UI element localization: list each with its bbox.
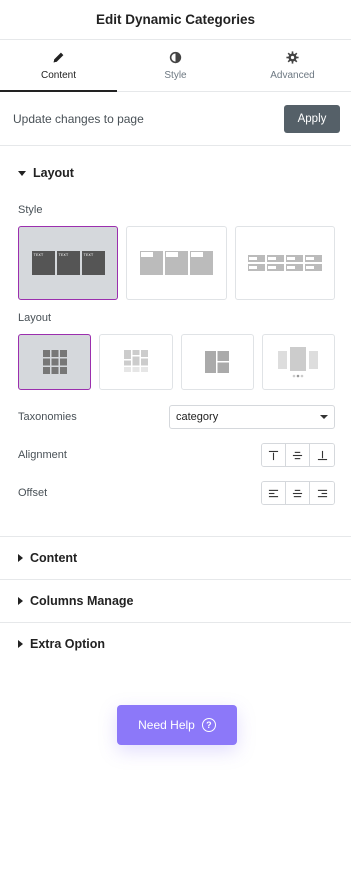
need-help-button[interactable]: Need Help ? — [117, 705, 237, 745]
mini-text: TEXT — [83, 253, 94, 257]
caret-right-icon — [18, 640, 23, 648]
align-top-icon — [268, 450, 279, 460]
mini-text: TEXT — [33, 253, 44, 257]
layout-option-masonry[interactable] — [99, 334, 173, 390]
need-help-label: Need Help — [138, 718, 195, 732]
tab-label: Advanced — [270, 69, 315, 81]
offset-label: Offset — [18, 487, 48, 499]
masonry-layout-icon — [123, 350, 148, 372]
offset-row: Offset — [0, 480, 351, 506]
align-top-button[interactable] — [262, 444, 286, 466]
section-extra-option-toggle[interactable]: Extra Option — [0, 623, 351, 665]
apply-button[interactable]: Apply — [284, 104, 340, 133]
taxonomies-label: Taxonomies — [18, 411, 77, 423]
tab-style[interactable]: Style — [117, 40, 234, 91]
alignment-row: Alignment — [0, 442, 351, 468]
offset-right-button[interactable] — [310, 482, 334, 504]
section-columns-manage-toggle[interactable]: Columns Manage — [0, 580, 351, 622]
layout-option-grid[interactable] — [18, 334, 92, 390]
tab-content[interactable]: Content — [0, 40, 117, 92]
align-right-icon — [317, 489, 327, 497]
mini-text: TEXT — [58, 253, 69, 257]
align-center-icon — [292, 489, 303, 497]
section-title: Layout — [33, 166, 74, 180]
style-option-2[interactable] — [126, 226, 227, 300]
panel-title: Edit Dynamic Categories — [95, 12, 256, 27]
section-layout-toggle[interactable]: Layout — [0, 152, 351, 194]
pencil-icon — [53, 52, 64, 62]
section-title: Columns Manage — [30, 594, 134, 608]
carousel-layout-icon — [278, 347, 319, 378]
taxonomies-select[interactable]: category — [169, 405, 335, 429]
contrast-icon — [169, 51, 182, 63]
layout-option-carousel[interactable] — [261, 334, 335, 390]
style-3-preview — [247, 255, 322, 271]
style-option-3[interactable] — [234, 226, 335, 300]
alignment-label: Alignment — [18, 449, 67, 461]
style-options: TEXT TEXT TEXT — [0, 226, 351, 300]
tab-bar: Content Style Advanced — [0, 40, 351, 92]
style-1-preview: TEXT TEXT TEXT — [31, 251, 105, 275]
tab-label: Content — [40, 69, 77, 81]
layout-label: Layout — [18, 312, 52, 324]
section-title: Content — [30, 551, 78, 565]
question-icon: ? — [201, 718, 216, 732]
align-bottom-button[interactable] — [310, 444, 334, 466]
style-2-preview — [139, 251, 213, 275]
align-middle-button[interactable] — [286, 444, 310, 466]
update-row: Update changes to page Apply — [0, 92, 351, 146]
align-left-icon — [268, 489, 279, 497]
layout-option-metro[interactable] — [180, 334, 254, 390]
taxonomies-row: Taxonomies category — [0, 404, 351, 430]
caret-right-icon — [18, 554, 23, 562]
panel-header: Edit Dynamic Categories — [0, 0, 351, 40]
layout-options — [0, 334, 351, 390]
grid-layout-icon — [42, 350, 67, 374]
tab-label: Style — [164, 69, 187, 81]
style-label: Style — [18, 204, 43, 216]
section-content-toggle[interactable]: Content — [0, 537, 351, 579]
section-title: Extra Option — [30, 637, 106, 651]
offset-center-button[interactable] — [286, 482, 310, 504]
align-middle-icon — [292, 451, 303, 459]
metro-layout-icon — [205, 351, 230, 373]
offset-left-button[interactable] — [262, 482, 286, 504]
offset-buttons — [261, 481, 335, 505]
caret-right-icon — [18, 597, 23, 605]
align-bottom-icon — [317, 450, 327, 460]
taxonomies-value: category — [176, 411, 219, 423]
update-text: Update changes to page — [13, 111, 144, 126]
style-option-1[interactable]: TEXT TEXT TEXT — [18, 226, 119, 300]
tab-advanced[interactable]: Advanced — [234, 40, 351, 91]
caret-down-icon — [18, 170, 26, 176]
gear-icon — [286, 50, 299, 64]
alignment-buttons — [261, 443, 335, 467]
chevron-down-icon — [320, 415, 328, 419]
